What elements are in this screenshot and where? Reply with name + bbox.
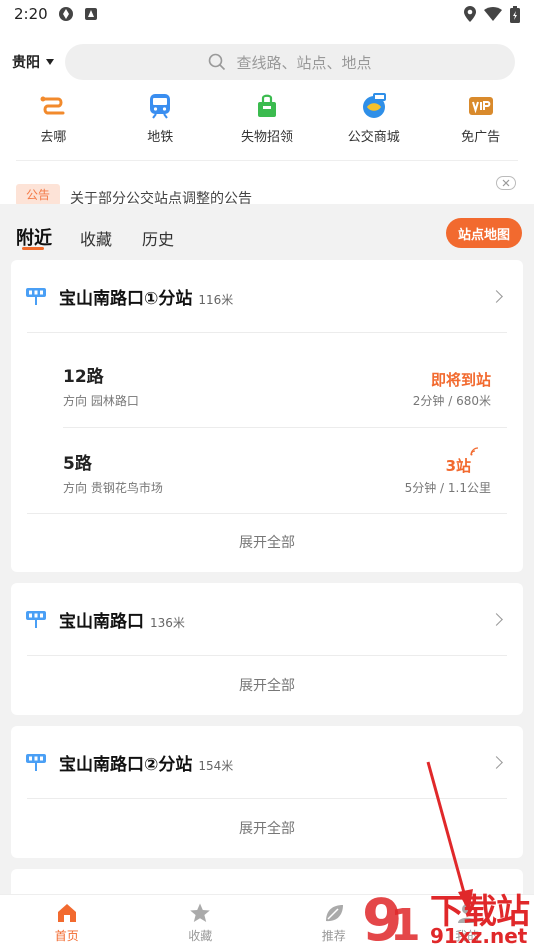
expand-all-button[interactable]: 展开全部 [11,675,523,695]
nav-home[interactable]: 首页 [0,895,134,950]
quick-item-vip[interactable]: 免广告 [427,92,534,152]
location-icon [464,6,476,22]
stop-header[interactable]: 宝山南路口①分站 116米 [11,260,523,332]
star-icon [190,903,211,922]
stop-card: 宝山南路口②分站 154米 展开全部 [11,726,523,858]
notification-icon [84,8,97,20]
metro-icon [146,92,174,120]
nav-favorites[interactable]: 收藏 [134,895,268,950]
quick-item-label: 失物招领 [240,130,293,145]
header-divider [16,160,518,161]
quick-item-mall[interactable]: 公交商城 [320,92,427,152]
watermark-logo: 9 1 下载站 91xz.net [360,884,534,950]
station-map-button[interactable]: 站点地图 [446,218,522,248]
bus-stop-icon [26,611,46,628]
tab-history[interactable]: 历史 [142,226,174,250]
divider [27,655,507,656]
stop-distance: 116米 [198,292,234,307]
quick-item-label: 公交商城 [347,130,400,145]
city-name: 贵阳 [12,55,40,71]
svg-text:1: 1 [390,900,421,950]
route-icon [39,92,67,120]
system-app-icon [58,7,73,21]
tab-favorites[interactable]: 收藏 [80,226,112,250]
status-bar: 2:20 [0,0,534,28]
home-icon [57,903,76,922]
vip-icon [467,92,495,120]
stop-header[interactable]: 宝山南路口②分站 154米 [11,726,523,798]
city-selector[interactable]: 贵阳 [12,52,54,72]
realtime-signal-icon [470,447,479,456]
chevron-right-icon [490,612,503,626]
expand-all-button[interactable]: 展开全部 [11,818,523,838]
caret-down-icon [46,59,54,65]
stop-header[interactable]: 宝山南路口 136米 [11,583,523,655]
chevron-right-icon [490,289,503,303]
quick-item-label: 去哪 [40,130,67,145]
leaf-icon [325,904,343,921]
notice-bar[interactable]: 公告 关于部分公交站点调整的公告 [16,184,516,206]
notice-badge: 公告 [16,184,61,206]
quick-item-label: 免广告 [461,130,501,145]
mall-icon [360,92,388,120]
search-placeholder: 查线路、站点、地点 [236,53,372,72]
stop-name: 宝山南路口①分站 [59,288,193,309]
route-eta: 5分钟 / 1.1公里 [404,481,491,495]
quick-menu: 去哪 地铁 失物招领 公交商城 免广告 [0,92,534,152]
quick-item-label: 地铁 [147,130,174,145]
notice-close-button[interactable] [496,176,516,190]
wifi-icon [484,7,502,21]
quick-item-lost-found[interactable]: 失物招领 [214,92,321,152]
status-time: 2:20 [14,5,48,23]
nearby-panel: 附近 收藏 历史 站点地图 宝山南路口①分站 116米 12路 方向 园林路口 即… [0,204,534,894]
stop-distance: 136米 [150,615,185,630]
divider [27,798,507,799]
chevron-right-icon [490,755,503,769]
route-row[interactable]: 5路 方向 贵钢花鸟市场 3站 5分钟 / 1.1公里 [63,427,503,513]
expand-all-button[interactable]: 展开全部 [11,532,523,552]
stop-card: 宝山南路口①分站 116米 12路 方向 园林路口 即将到站 2分钟 / 680米… [11,260,523,572]
route-name: 12路 [63,367,104,387]
stop-distance: 154米 [198,758,234,773]
nav-label: 收藏 [188,928,213,943]
stop-card: 宝山南路口 136米 展开全部 [11,583,523,715]
route-row[interactable]: 12路 方向 园林路口 即将到站 2分钟 / 680米 [63,332,503,427]
quick-item-metro[interactable]: 地铁 [107,92,214,152]
close-icon [502,179,510,187]
route-eta: 2分钟 / 680米 [412,394,491,408]
bus-stop-icon [26,754,46,771]
header: 贵阳 查线路、站点、地点 去哪 地铁 失物招领 公交商城 免广告 公告 关于部分… [0,28,534,206]
tab-bar: 附近 收藏 历史 站点地图 [0,204,534,256]
search-input[interactable]: 查线路、站点、地点 [65,44,515,80]
search-icon [209,53,226,71]
nav-label: 推荐 [321,928,346,943]
route-direction: 方向 贵钢花鸟市场 [63,481,163,495]
route-status: 3站 [445,457,471,475]
bus-stop-icon [26,288,46,305]
stop-name: 宝山南路口 [59,611,144,632]
lost-found-icon [253,92,281,120]
tab-active-indicator [22,247,44,250]
nav-label: 首页 [54,928,79,943]
quick-item-route[interactable]: 去哪 [0,92,107,152]
divider [27,513,507,514]
route-name: 5路 [63,454,92,474]
battery-icon [510,5,520,23]
watermark-url: 91xz.net [430,924,528,948]
route-status: 即将到站 [430,371,491,389]
stop-name: 宝山南路口②分站 [59,754,193,775]
route-direction: 方向 园林路口 [63,394,139,408]
